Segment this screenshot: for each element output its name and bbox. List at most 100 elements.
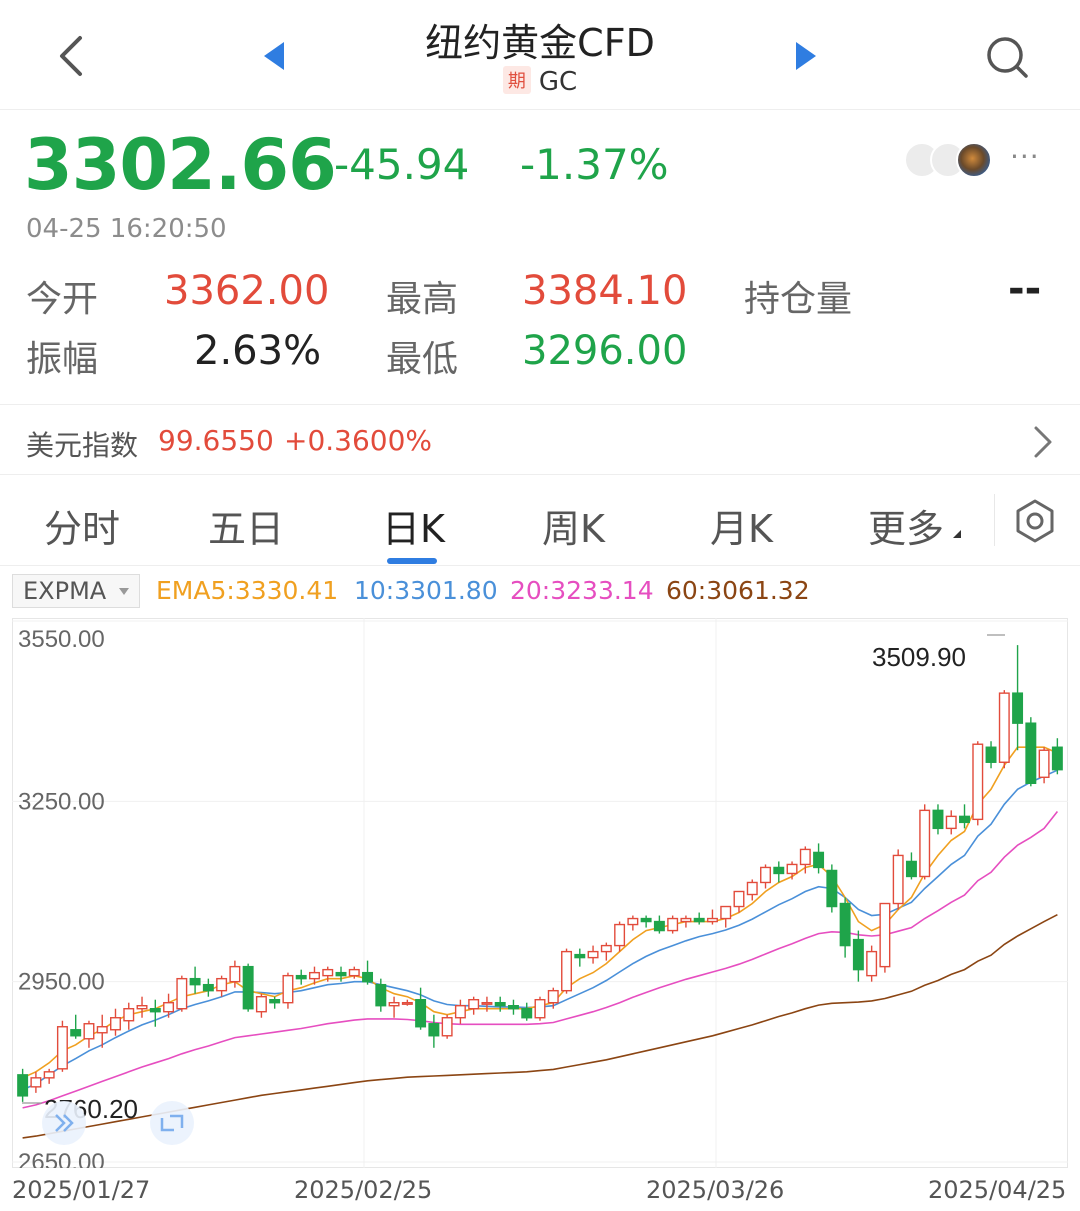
y-tick-label: 2950.00: [18, 969, 105, 996]
candlestick-chart[interactable]: 3550.003250.002950.002650.003509.902760.…: [12, 618, 1068, 1168]
candle-body: [521, 1008, 533, 1019]
candle-body: [945, 815, 957, 830]
candle-body: [720, 905, 732, 920]
ema20-value: 20:3233.14: [510, 576, 654, 605]
dollar-index-value: 99.6550: [158, 424, 274, 457]
symbol-code: GC: [538, 67, 578, 97]
x-tick-label: 2025/03/26: [646, 1176, 785, 1204]
candle-body: [163, 1001, 175, 1013]
candle-body: [972, 743, 984, 821]
candle-body: [879, 902, 891, 968]
candle-body: [375, 983, 387, 1007]
candle-body: [998, 692, 1010, 763]
chart-settings-icon[interactable]: [1012, 498, 1058, 544]
candle-body: [614, 923, 626, 947]
quote-time: 04-25 16:20:50: [26, 214, 227, 244]
candle-body: [362, 971, 374, 983]
candle-body: [892, 854, 904, 905]
candle-body: [189, 977, 201, 986]
candle-body: [680, 917, 692, 923]
indicator-select-label: EXPMA: [23, 577, 107, 605]
chart-frame: [12, 618, 1068, 1168]
x-tick-label: 2025/01/27: [12, 1176, 151, 1204]
high-label: 最高: [386, 279, 459, 320]
futures-badge: 期: [502, 66, 531, 94]
candle-body: [905, 860, 917, 878]
candle-body: [309, 971, 320, 980]
candle-body: [415, 998, 427, 1028]
candle-body: [441, 1017, 453, 1037]
candle-body: [494, 1001, 506, 1007]
max-price-label: 3509.90: [872, 642, 966, 672]
candle-body: [852, 938, 864, 971]
candle-body: [667, 917, 679, 932]
candle-body: [123, 1008, 135, 1022]
open-label: 今开: [26, 279, 99, 320]
candle-body: [295, 974, 307, 980]
candle-body: [693, 917, 705, 923]
search-icon[interactable]: [984, 34, 1030, 80]
candle-body: [534, 998, 546, 1019]
candle-body: [56, 1026, 68, 1070]
candle-body: [813, 851, 825, 869]
open-interest-value: --: [1008, 266, 1042, 312]
candle-body: [202, 983, 214, 992]
candle-body: [17, 1074, 29, 1097]
candle-body: [348, 968, 360, 977]
candle-body: [919, 809, 931, 878]
candle-body: [428, 1023, 440, 1037]
reset-view-button[interactable]: [150, 1101, 194, 1145]
tab-intraday[interactable]: 分时: [44, 498, 120, 553]
y-tick-label: 3550.00: [18, 626, 105, 653]
y-tick-label: 2650.00: [18, 1149, 105, 1168]
candle-body: [932, 809, 944, 830]
symbol-line: 期 GC: [0, 66, 1080, 97]
divider: [0, 565, 1080, 566]
indicator-select[interactable]: EXPMA: [12, 574, 140, 608]
candle-body: [600, 944, 612, 953]
candle-body: [799, 848, 811, 866]
candle-body: [1012, 692, 1024, 724]
tab-five-day[interactable]: 五日: [208, 498, 284, 553]
ema5-value: EMA5:3330.41: [156, 576, 339, 605]
active-tab-indicator: [387, 558, 437, 564]
tab-weekly-k[interactable]: 周K: [542, 498, 605, 553]
candle-body: [786, 863, 798, 875]
candle-body: [96, 1026, 108, 1034]
candle-body: [269, 998, 281, 1004]
low-value: 3296.00: [522, 328, 688, 374]
last-price: 3302.66: [24, 124, 337, 206]
discussion-avatars[interactable]: [904, 142, 1000, 182]
divider: [994, 494, 995, 546]
open-value: 3362.00: [164, 268, 330, 314]
candle-body: [773, 866, 785, 875]
candle-body: [1051, 746, 1063, 771]
next-symbol-icon[interactable]: [794, 42, 818, 70]
candle-body: [70, 1029, 82, 1037]
chevron-right-icon[interactable]: [1030, 424, 1054, 460]
low-label: 最低: [386, 339, 459, 380]
candle-body: [985, 746, 997, 763]
candle-body: [959, 815, 970, 824]
tab-daily-k[interactable]: 日K: [382, 498, 445, 553]
top-bar: 纽约黄金CFD 期 GC: [0, 0, 1080, 110]
candle-body: [401, 1001, 413, 1005]
candle-body: [706, 917, 718, 923]
candle-body: [176, 977, 188, 1010]
candle-body: [454, 1005, 466, 1019]
tab-more[interactable]: 更多: [868, 498, 944, 553]
tab-monthly-k[interactable]: 月K: [710, 498, 773, 553]
more-caret-icon: [953, 530, 961, 538]
ema10-value: 10:3301.80: [354, 576, 498, 605]
more-icon[interactable]: ···: [1010, 140, 1040, 173]
high-value: 3384.10: [522, 268, 688, 314]
chevron-down-icon: [119, 588, 129, 595]
x-tick-label: 2025/04/25: [928, 1176, 1067, 1204]
price-change-percent: -1.37%: [520, 140, 669, 189]
candle-body: [627, 917, 639, 926]
candle-body: [242, 965, 254, 1010]
avatar: [956, 142, 992, 178]
candle-body: [826, 869, 838, 908]
page-title: 纽约黄金CFD: [425, 21, 655, 65]
candle-body: [149, 1008, 161, 1013]
